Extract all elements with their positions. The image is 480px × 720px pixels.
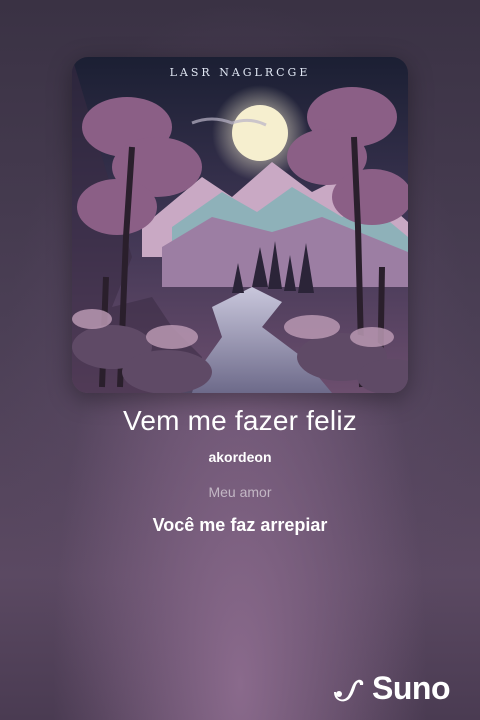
suno-logo-icon	[334, 679, 364, 702]
artist-name[interactable]: akordeon	[0, 449, 480, 465]
suno-brand[interactable]: Suno	[330, 668, 450, 708]
lyric-current-line: Você me faz arrepiar	[152, 515, 328, 535]
album-art-illustration	[72, 57, 408, 393]
lyric-previous-line: Meu amor	[208, 484, 272, 500]
cover-inscription: LASR NAGLRCGE	[169, 66, 311, 79]
suno-wordmark: Suno	[372, 669, 450, 706]
song-title: Vem me fazer feliz	[123, 405, 357, 436]
album-cover: LASR NAGLRCGE	[72, 57, 408, 393]
